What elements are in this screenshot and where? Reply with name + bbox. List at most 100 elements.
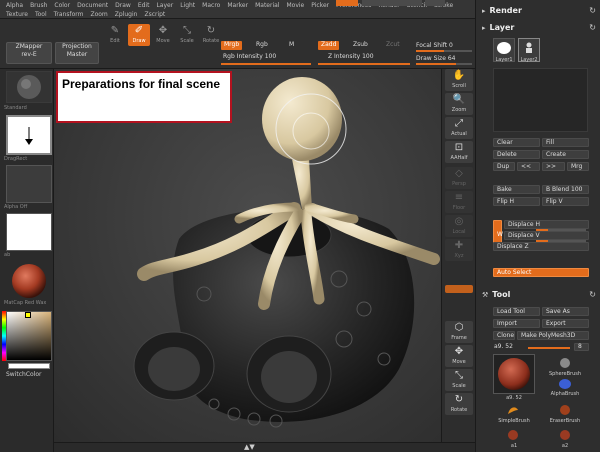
refresh-icon[interactable]: ↻ [589, 290, 596, 299]
next-layer-button[interactable]: >> [542, 162, 565, 171]
shelf-aahalf-button[interactable]: ⊡ AAHalf [445, 141, 473, 163]
shelf-local-button[interactable]: ◎ Local [445, 215, 473, 237]
layer-palette-header[interactable]: ▸ Layer [482, 23, 514, 32]
menu-document[interactable]: Document [77, 2, 108, 9]
scale-mode-button[interactable]: ⤡ Scale [176, 24, 198, 46]
import-button[interactable]: Import [493, 319, 540, 328]
displace-z-slider[interactable]: Displace Z [493, 242, 589, 251]
tool-palette-header[interactable]: ⚒ Tool [482, 290, 510, 299]
rotate-mode-button[interactable]: ↻ Rotate [200, 24, 222, 46]
bake-button[interactable]: Bake [493, 185, 540, 194]
alpha-brush-icon[interactable] [558, 378, 572, 390]
menu-texture[interactable]: Texture [6, 11, 28, 18]
tool-count-track[interactable] [528, 347, 570, 349]
menu-color[interactable]: Color [54, 2, 70, 9]
make-polymesh-button[interactable]: Make PolyMesh3D [517, 331, 589, 340]
save-as-button[interactable]: Save As [542, 307, 589, 316]
eraser-brush-icon[interactable] [558, 404, 572, 416]
menu-zoom[interactable]: Zoom [90, 11, 107, 18]
shelf-floor-button[interactable]: ≡ Floor [445, 191, 473, 213]
alpha-slot[interactable] [6, 165, 52, 203]
menu-edit[interactable]: Edit [138, 2, 150, 9]
clear-button[interactable]: Clear [493, 138, 540, 147]
shelf-scroll-button[interactable]: ✋ Scroll [445, 69, 473, 91]
move-mode-button[interactable]: ✥ Move [152, 24, 174, 46]
projection-master-button[interactable]: Projection Master [55, 42, 99, 64]
shelf-persp-button[interactable]: ◇ Persp [445, 167, 473, 189]
displace-v-slider[interactable]: Displace V [504, 231, 589, 240]
top-chip-help[interactable] [425, 0, 445, 6]
prev-layer-button[interactable]: << [517, 162, 540, 171]
rgb-intensity-track[interactable] [221, 63, 311, 65]
expand-arrows-icon[interactable]: ▲▼ [244, 443, 255, 451]
z-intensity-slider[interactable]: Z Intensity 100 [328, 53, 374, 60]
load-tool-button[interactable]: Load Tool [493, 307, 540, 316]
zmapper-button[interactable]: ZMapper rev-E [6, 42, 52, 64]
m-toggle[interactable]: M [286, 41, 297, 50]
document-canvas[interactable]: Preparations for final scene [54, 69, 441, 442]
displace-h-track[interactable] [536, 229, 586, 231]
a2-tool-icon[interactable] [558, 429, 572, 441]
simple-brush-icon[interactable] [506, 404, 520, 416]
export-button[interactable]: Export [542, 319, 589, 328]
menu-marker[interactable]: Marker [227, 2, 248, 9]
fill-button[interactable]: Fill [542, 138, 589, 147]
color-picker-square[interactable] [6, 311, 52, 361]
draw-size-track[interactable] [416, 63, 472, 65]
menu-tool[interactable]: Tool [35, 11, 47, 18]
focal-shift-track[interactable] [416, 50, 472, 52]
create-button[interactable]: Create [542, 150, 589, 159]
top-chip-dark[interactable] [362, 0, 422, 6]
displace-v-track[interactable] [536, 240, 586, 242]
brush-slot[interactable] [6, 71, 52, 103]
current-tool-thumbnail[interactable] [493, 354, 535, 394]
tool-count[interactable]: 8 [574, 343, 589, 351]
menu-picker[interactable]: Picker [311, 2, 329, 9]
menu-zplugin[interactable]: Zplugin [115, 11, 138, 18]
draw-mode-button[interactable]: ✐ Draw [128, 24, 150, 46]
focal-shift-slider[interactable]: Focal Shift 0 [416, 42, 453, 49]
menu-brush[interactable]: Brush [30, 2, 47, 9]
switch-color-button[interactable]: SwitchColor [6, 371, 42, 378]
shelf-move-button[interactable]: ✥ Move [445, 345, 473, 367]
draw-size-slider[interactable]: Draw Size 64 [416, 55, 455, 62]
menu-zscript[interactable]: Zscript [144, 11, 165, 18]
stroke-slot[interactable] [6, 115, 52, 155]
render-palette-header[interactable]: ▸ Render [482, 6, 522, 15]
mrgb-toggle[interactable]: Mrgb [221, 41, 243, 50]
menu-light[interactable]: Light [180, 2, 195, 9]
b-blend-slider[interactable]: B Blend 100 [542, 185, 589, 194]
merge-button[interactable]: Mrg [567, 162, 589, 171]
menu-movie[interactable]: Movie [286, 2, 304, 9]
texture-slot[interactable] [6, 213, 52, 251]
edit-mode-button[interactable]: ✎ Edit [104, 24, 126, 46]
menu-transform[interactable]: Transform [54, 11, 84, 18]
menu-macro[interactable]: Macro [202, 2, 220, 9]
a1-tool-icon[interactable] [506, 429, 520, 441]
refresh-icon[interactable]: ↻ [589, 6, 596, 15]
displace-h-slider[interactable]: Displace H [504, 220, 589, 229]
shelf-frame-button[interactable]: ⬡ Frame [445, 321, 473, 343]
top-orange-chip[interactable] [336, 0, 358, 6]
menu-layer[interactable]: Layer [156, 2, 173, 9]
dup-button[interactable]: Dup [493, 162, 515, 171]
z-intensity-track[interactable] [318, 63, 410, 65]
menu-alpha[interactable]: Alpha [6, 2, 23, 9]
material-slot[interactable] [6, 261, 52, 299]
shelf-rotate-button[interactable]: ↻ Rotate [445, 393, 473, 415]
menu-draw[interactable]: Draw [115, 2, 131, 9]
rgb-intensity-slider[interactable]: Rgb Intensity 100 [223, 53, 276, 60]
shelf-scale-button[interactable]: ⤡ Scale [445, 369, 473, 391]
rgb-toggle[interactable]: Rgb [253, 41, 271, 50]
flip-v-button[interactable]: Flip V [542, 197, 589, 206]
auto-select-toggle[interactable]: Auto Select [493, 268, 589, 277]
shelf-xyz-button[interactable]: ✚ Xyz [445, 239, 473, 261]
shelf-actual-button[interactable]: ⤢ Actual [445, 117, 473, 139]
hue-strip[interactable] [2, 311, 6, 361]
menu-material[interactable]: Material [255, 2, 279, 9]
zcut-toggle[interactable]: Zcut [383, 41, 403, 50]
zadd-toggle[interactable]: Zadd [318, 41, 340, 50]
zsub-toggle[interactable]: Zsub [350, 41, 371, 50]
secondary-color-swatch[interactable] [8, 363, 50, 369]
shelf-zoom-button[interactable]: 🔍 Zoom [445, 93, 473, 115]
